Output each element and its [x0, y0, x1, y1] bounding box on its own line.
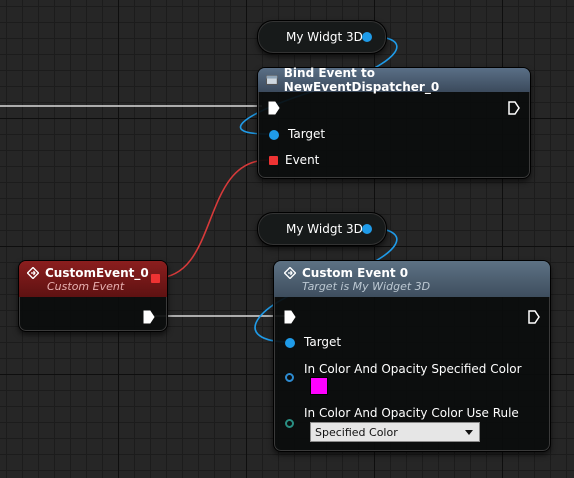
variable-node-my-widget-bottom[interactable]: My Widgt 3D: [257, 212, 387, 246]
variable-label: My Widgt 3D: [286, 222, 363, 236]
bind-event-header: Bind Event to NewEventDispatcher_0: [258, 66, 530, 94]
exec-in-pin-icon[interactable]: [284, 310, 296, 324]
linear-color-pin-icon[interactable]: [285, 373, 294, 382]
custom-event-header: CustomEvent_0 Custom Event: [19, 261, 167, 297]
exec-in-pin-icon[interactable]: [268, 101, 280, 115]
object-pin-icon[interactable]: [362, 32, 372, 42]
exec-out-pin-icon[interactable]: [143, 310, 155, 324]
object-pin-icon[interactable]: [362, 224, 372, 234]
color-use-rule-label: In Color And Opacity Color Use Rule: [304, 406, 519, 420]
bind-event-node[interactable]: Bind Event to NewEventDispatcher_0 Targe…: [257, 66, 531, 179]
call-custom-event-node[interactable]: Custom Event 0 Target is My Widget 3D Ta…: [273, 260, 551, 452]
call-custom-event-header: Custom Event 0 Target is My Widget 3D: [274, 261, 550, 297]
color-use-rule-dropdown[interactable]: Specified Color: [310, 422, 480, 442]
variable-node-my-widget-top[interactable]: My Widgt 3D: [257, 20, 387, 54]
call-custom-event-title: Custom Event 0: [302, 265, 409, 280]
chevron-down-icon: [465, 430, 473, 435]
event-diamond-icon: [27, 266, 39, 279]
custom-event-subtitle: Custom Event: [47, 279, 125, 293]
enum-pin-icon[interactable]: [285, 419, 294, 428]
event-diamond-icon: [284, 266, 296, 279]
bind-event-title: Bind Event to NewEventDispatcher_0: [283, 66, 440, 94]
target-label: Target: [288, 127, 326, 141]
specified-color-label: In Color And Opacity Specified Color: [304, 362, 522, 376]
target-pin-icon[interactable]: [285, 338, 295, 348]
event-delegate-pin-icon[interactable]: [269, 156, 278, 165]
exec-out-pin-icon[interactable]: [508, 101, 520, 115]
target-label: Target: [304, 335, 342, 349]
dropdown-value: Specified Color: [315, 425, 398, 439]
custom-event-node[interactable]: CustomEvent_0 Custom Event: [18, 260, 168, 332]
variable-label: My Widgt 3D: [286, 30, 363, 44]
event-label: Event: [285, 153, 320, 167]
color-swatch[interactable]: [310, 377, 328, 395]
target-pin-icon[interactable]: [269, 130, 279, 140]
delegate-out-pin-icon[interactable]: [151, 274, 160, 283]
call-custom-event-subtitle: Target is My Widget 3D: [302, 279, 431, 293]
custom-event-title: CustomEvent_0: [45, 265, 149, 280]
delegate-wire: [155, 159, 269, 279]
exec-out-pin-icon[interactable]: [528, 310, 540, 324]
function-icon: [266, 75, 278, 85]
